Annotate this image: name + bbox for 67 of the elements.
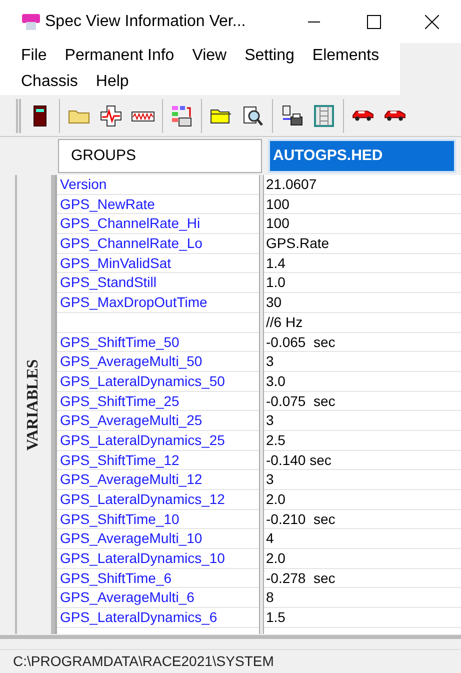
value-cell: 2.5 <box>264 430 461 451</box>
menu-item[interactable]: Elements <box>303 43 388 69</box>
menu-item[interactable]: Setting <box>236 43 304 69</box>
minimize-icon <box>308 20 320 22</box>
value-cell: 3 <box>264 470 461 490</box>
window-title: Spec View Information Ver... <box>45 12 246 32</box>
side-label: VARIABLES <box>24 358 43 450</box>
value-cell: -0.140 sec <box>264 450 461 470</box>
variable-name-cell: GPS_MinValidSat <box>57 254 259 274</box>
variable-name-cell: GPS_LateralDynamics_10 <box>57 549 259 569</box>
value-cell: 100 <box>264 194 461 214</box>
car-icon <box>384 110 406 122</box>
value-cell: 100 <box>264 214 461 234</box>
value-cell: 3 <box>264 352 461 372</box>
value-cell: 1.5 <box>264 608 461 628</box>
value-cell: -0.210 sec <box>264 510 461 530</box>
menu-item[interactable]: File <box>12 43 56 69</box>
menu-item[interactable]: Help <box>86 69 138 95</box>
value-cell: 2.0 <box>264 549 461 569</box>
variable-name-cell: GPS_LateralDynamics_6 <box>57 608 259 628</box>
variable-name-cell: GPS_LateralDynamics_12 <box>57 490 259 510</box>
value-cell: 8 <box>264 588 461 608</box>
variable-name-cell: GPS_ShiftTime_12 <box>57 450 259 470</box>
variable-name-cell: GPS_AverageMulti_25 <box>57 411 259 431</box>
variable-name-cell: GPS_LateralDynamics_25 <box>57 430 259 451</box>
value-cell: -0.278 sec <box>264 568 461 588</box>
variable-name-cell: GPS_NewRate <box>57 194 259 214</box>
cross-wave-icon <box>99 104 123 128</box>
value-cell: 1.4 <box>264 254 461 274</box>
variable-name-cell: GPS_AverageMulti_10 <box>57 529 259 550</box>
table-icon <box>170 104 194 128</box>
variable-name-cell: Version <box>57 175 259 195</box>
maximize-icon <box>367 14 381 28</box>
value-cell: 3 <box>264 411 461 431</box>
film-strip-icon <box>312 104 336 128</box>
menu-item[interactable]: Permanent Info <box>56 43 184 69</box>
menu-item[interactable]: Chassis <box>12 69 87 95</box>
value-cell: -0.075 sec <box>264 392 461 412</box>
status-path: C:\PROGRAMDATA\RACE2021\SYSTEM <box>13 652 274 671</box>
value-cell: -0.065 sec <box>264 332 461 352</box>
value-cell: //6 Hz <box>264 312 461 332</box>
variable-name-cell: GPS_ShiftTime_50 <box>57 332 259 352</box>
variable-name-cell: GPS_ShiftTime_10 <box>57 510 259 530</box>
value-cell: GPS.Rate <box>264 234 461 254</box>
close-icon <box>425 14 439 28</box>
value-cell: 21.0607 <box>264 175 461 195</box>
value-cell: 30 <box>264 293 461 313</box>
value-cell: 1.0 <box>264 273 461 294</box>
value-cell: 3.0 <box>264 372 461 392</box>
value-cell: 2.0 <box>264 490 461 510</box>
menu-item[interactable]: View <box>183 43 236 69</box>
variable-name-cell: GPS_StandStill <box>57 273 259 294</box>
variable-name-cell: GPS_AverageMulti_12 <box>57 470 259 490</box>
variable-name-cell: GPS_LateralDynamics_50 <box>57 372 259 392</box>
column-header: GROUPS <box>58 139 262 173</box>
variable-name-cell: GPS_AverageMulti_50 <box>57 352 259 372</box>
variable-name-cell: GPS_ChannelRate_Hi <box>57 214 259 234</box>
printer-icon <box>280 104 304 128</box>
variable-name-cell: GPS_ChannelRate_Lo <box>57 234 259 254</box>
car-icon <box>352 110 374 122</box>
value-cell: 4 <box>264 529 461 550</box>
variable-name-cell: GPS_ShiftTime_25 <box>57 392 259 412</box>
variable-name-cell: GPS_AverageMulti_6 <box>57 588 259 608</box>
variable-name-cell: GPS_MaxDropOutTime <box>57 293 259 313</box>
variable-name-cell: GPS_ShiftTime_6 <box>57 568 259 588</box>
magnifier-document-icon <box>241 104 265 128</box>
file-tab[interactable]: AUTOGPS.HED <box>268 139 456 173</box>
